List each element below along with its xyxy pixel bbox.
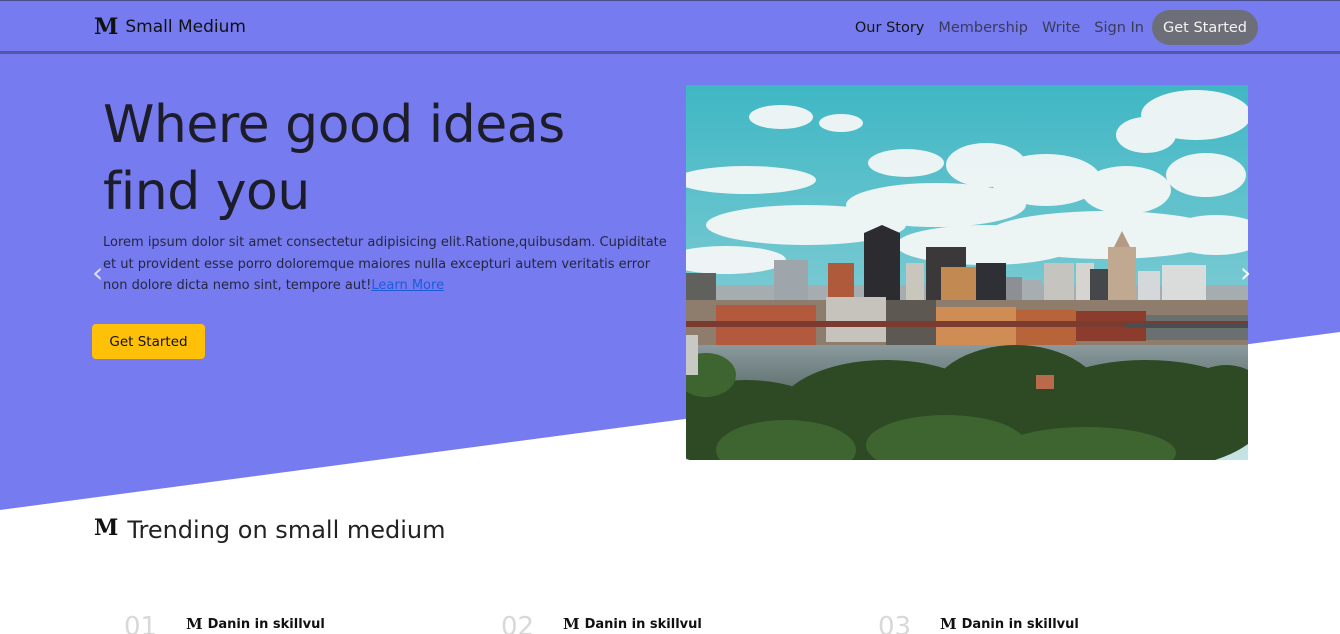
medium-logo-icon: M	[94, 515, 119, 541]
carousel-prev-icon[interactable]: ‹	[92, 258, 112, 288]
hero-title: Where good ideas find you	[103, 95, 565, 222]
trending-author[interactable]: M Danin in skillvul	[186, 615, 325, 633]
nav-get-started-button[interactable]: Get Started	[1152, 10, 1258, 45]
hero-get-started-button[interactable]: Get Started	[92, 324, 205, 359]
trending-number: 03	[878, 612, 912, 634]
hero-description: Lorem ipsum dolor sit amet consectetur a…	[103, 232, 669, 297]
nav-link-our-story[interactable]: Our Story	[855, 20, 924, 36]
trending-item[interactable]: 03 M Danin in skillvul	[878, 612, 1079, 634]
trending-number: 01	[124, 612, 158, 634]
trending-number: 02	[501, 612, 535, 634]
learn-more-link[interactable]: Learn More	[371, 278, 444, 293]
nav-link-write[interactable]: Write	[1042, 20, 1080, 36]
carousel-next-icon[interactable]: ›	[1240, 258, 1260, 288]
nav-links: Our Story Membership Write Sign In Get S…	[841, 10, 1258, 45]
nav-link-sign-in[interactable]: Sign In	[1094, 20, 1144, 36]
brand-name[interactable]: Small Medium	[125, 16, 246, 38]
trending-author-name[interactable]: Danin in skillvul	[208, 617, 325, 632]
trending-author-name[interactable]: Danin in skillvul	[962, 617, 1079, 632]
trending-title: Trending on small medium	[127, 516, 446, 544]
medium-logo-icon: M	[94, 14, 119, 40]
nav-link-membership[interactable]: Membership	[938, 20, 1028, 36]
navbar: M Small Medium Our Story Membership Writ…	[0, 0, 1340, 54]
brand[interactable]: M Small Medium	[94, 16, 246, 38]
hero-city-image	[686, 85, 1248, 460]
trending-item[interactable]: 02 M Danin in skillvul	[501, 612, 702, 634]
medium-logo-icon: M	[186, 615, 203, 633]
trending-header: M Trending on small medium	[94, 512, 446, 544]
medium-logo-icon: M	[563, 615, 580, 633]
trending-author-name[interactable]: Danin in skillvul	[585, 617, 702, 632]
medium-logo-icon: M	[940, 615, 957, 633]
trending-item[interactable]: 01 M Danin in skillvul	[124, 612, 325, 634]
trending-author[interactable]: M Danin in skillvul	[940, 615, 1079, 633]
trending-author[interactable]: M Danin in skillvul	[563, 615, 702, 633]
